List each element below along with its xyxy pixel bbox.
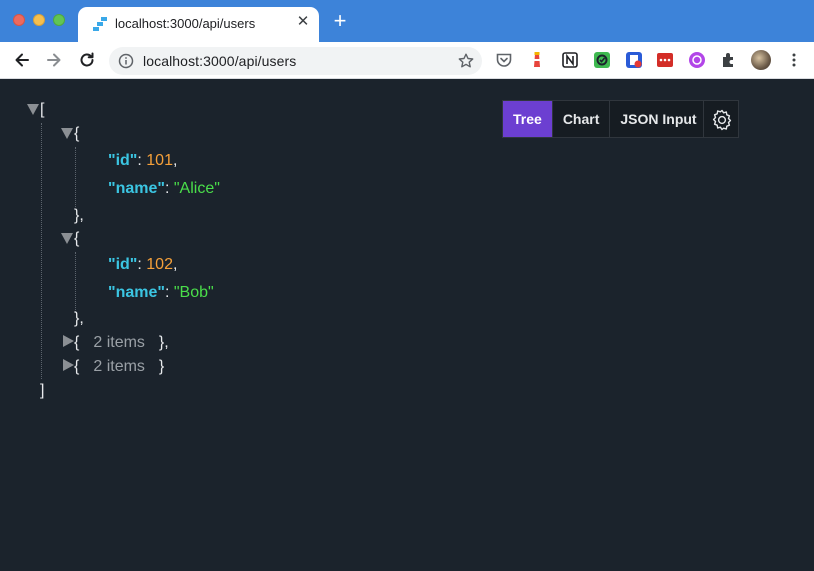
- profile-avatar[interactable]: [751, 50, 771, 70]
- bookmark-star-icon[interactable]: [457, 52, 475, 70]
- title-bar: localhost:3000/api/users ✕ +: [0, 0, 814, 42]
- item-4-open-brace: {: [74, 358, 80, 375]
- field-key: "name": [108, 180, 165, 197]
- item-4-summary: 2 items: [93, 358, 145, 375]
- collapse-item-1-icon[interactable]: [61, 128, 73, 139]
- item-3-open-brace: {: [74, 334, 80, 351]
- field-value: 102: [146, 256, 173, 273]
- view-mode-tabs: Tree Chart JSON Input: [502, 100, 708, 138]
- item-4-close-brace: }: [158, 358, 165, 375]
- field-key: "id": [108, 256, 138, 273]
- item-2-close-brace: },: [74, 310, 84, 327]
- new-tab-button[interactable]: +: [330, 10, 350, 32]
- item-2-field-id: "id": 102,: [108, 256, 177, 274]
- field-comma: ,: [172, 152, 178, 169]
- field-value: "Bob": [173, 284, 214, 301]
- collapse-root-icon[interactable]: [27, 104, 39, 115]
- browser-tab[interactable]: localhost:3000/api/users ✕: [78, 7, 319, 42]
- field-sep: :: [164, 180, 174, 197]
- browser-toolbar: localhost:3000/api/users: [0, 42, 814, 79]
- field-comma: ,: [172, 256, 178, 273]
- root-guide-line: [41, 123, 42, 379]
- collapse-item-2-icon[interactable]: [61, 233, 73, 244]
- item-2-field-name: "name": "Bob": [108, 284, 214, 302]
- lastpass-extension-icon[interactable]: [656, 51, 674, 69]
- expand-item-3-icon[interactable]: [63, 335, 74, 347]
- item-1-open-brace: {: [74, 125, 80, 142]
- maximize-window-button[interactable]: [53, 14, 65, 26]
- grammar-extension-icon[interactable]: [593, 51, 611, 69]
- close-window-button[interactable]: [13, 14, 25, 26]
- close-tab-icon[interactable]: ✕: [295, 13, 311, 31]
- expand-item-4-icon[interactable]: [63, 359, 74, 371]
- item-3-summary: 2 items: [93, 334, 145, 351]
- item-3-close-brace: },: [158, 334, 169, 351]
- json-viewer-favicon-icon: [93, 17, 107, 31]
- address-bar[interactable]: localhost:3000/api/users: [109, 47, 482, 75]
- forward-arrow-icon[interactable]: [44, 50, 64, 70]
- item-1-field-name: "name": "Alice": [108, 180, 220, 198]
- tab-tree[interactable]: Tree: [503, 101, 553, 137]
- url-text[interactable]: localhost:3000/api/users: [143, 53, 296, 69]
- item-3-collapsed[interactable]: {2 items},: [74, 334, 169, 352]
- settings-button[interactable]: [703, 100, 739, 138]
- item-2-open-brace: {: [74, 230, 80, 247]
- json-viewer: [ { "id": 101, "name": "Alice" }, { "id"…: [0, 79, 814, 571]
- item-1-close-brace: },: [74, 207, 84, 224]
- notion-extension-icon[interactable]: [561, 51, 579, 69]
- field-value: "Alice": [173, 180, 220, 197]
- item-1-guide-line: [75, 147, 76, 207]
- color-picker-extension-icon[interactable]: [688, 51, 706, 69]
- menu-kebab-icon[interactable]: [785, 51, 803, 69]
- site-info-icon[interactable]: [118, 53, 134, 69]
- item-2-guide-line: [75, 252, 76, 312]
- reload-icon[interactable]: [77, 50, 97, 70]
- root-open-bracket: [: [40, 101, 45, 118]
- back-arrow-icon[interactable]: [12, 50, 32, 70]
- minimize-window-button[interactable]: [33, 14, 45, 26]
- field-key: "id": [108, 152, 138, 169]
- extension-badge-icon[interactable]: [625, 51, 643, 69]
- field-key: "name": [108, 284, 165, 301]
- item-1-field-id: "id": 101,: [108, 152, 177, 170]
- gear-icon: [712, 109, 732, 131]
- field-sep: :: [137, 152, 147, 169]
- root-close-bracket: ]: [40, 382, 45, 399]
- field-sep: :: [164, 284, 174, 301]
- field-sep: :: [137, 256, 147, 273]
- tab-title: localhost:3000/api/users: [115, 16, 256, 31]
- item-4-collapsed[interactable]: {2 items}: [74, 358, 164, 376]
- tab-json-input[interactable]: JSON Input: [610, 101, 707, 137]
- lighthouse-extension-icon[interactable]: [528, 51, 546, 69]
- extensions-puzzle-icon[interactable]: [720, 51, 738, 69]
- tab-chart[interactable]: Chart: [552, 101, 611, 137]
- field-value: 101: [146, 152, 173, 169]
- pocket-icon[interactable]: [495, 51, 513, 69]
